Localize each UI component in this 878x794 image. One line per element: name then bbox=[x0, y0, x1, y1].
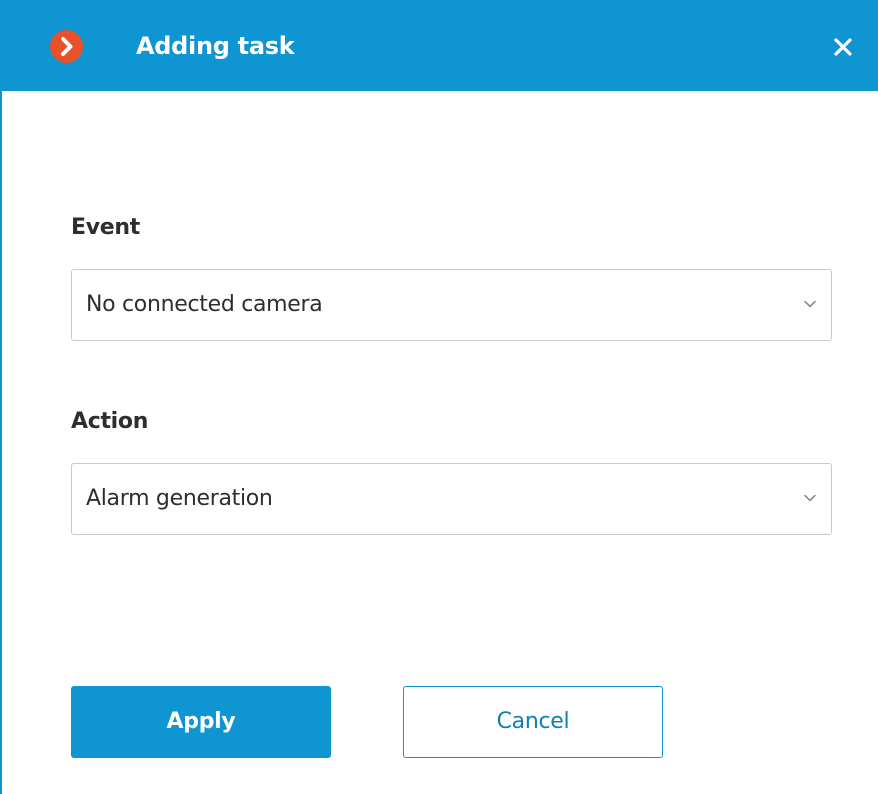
title-bar: Adding task bbox=[2, 0, 878, 91]
action-dropdown[interactable]: Alarm generation bbox=[71, 463, 832, 535]
event-selected-value: No connected camera bbox=[86, 292, 323, 317]
event-dropdown[interactable]: No connected camera bbox=[71, 269, 832, 341]
action-label: Action bbox=[71, 409, 149, 434]
dialog-title: Adding task bbox=[136, 32, 295, 60]
app-logo-icon bbox=[50, 30, 83, 63]
close-icon bbox=[834, 38, 852, 56]
adding-task-dialog: Adding task Event No connected camera Ac… bbox=[0, 0, 878, 794]
event-label: Event bbox=[71, 215, 140, 240]
apply-button[interactable]: Apply bbox=[71, 686, 331, 758]
chevron-down-icon bbox=[804, 300, 816, 308]
action-selected-value: Alarm generation bbox=[86, 486, 273, 511]
chevron-down-icon bbox=[804, 494, 816, 502]
close-button[interactable] bbox=[826, 30, 860, 64]
cancel-button[interactable]: Cancel bbox=[403, 686, 663, 758]
chevron-right-icon bbox=[61, 37, 73, 56]
